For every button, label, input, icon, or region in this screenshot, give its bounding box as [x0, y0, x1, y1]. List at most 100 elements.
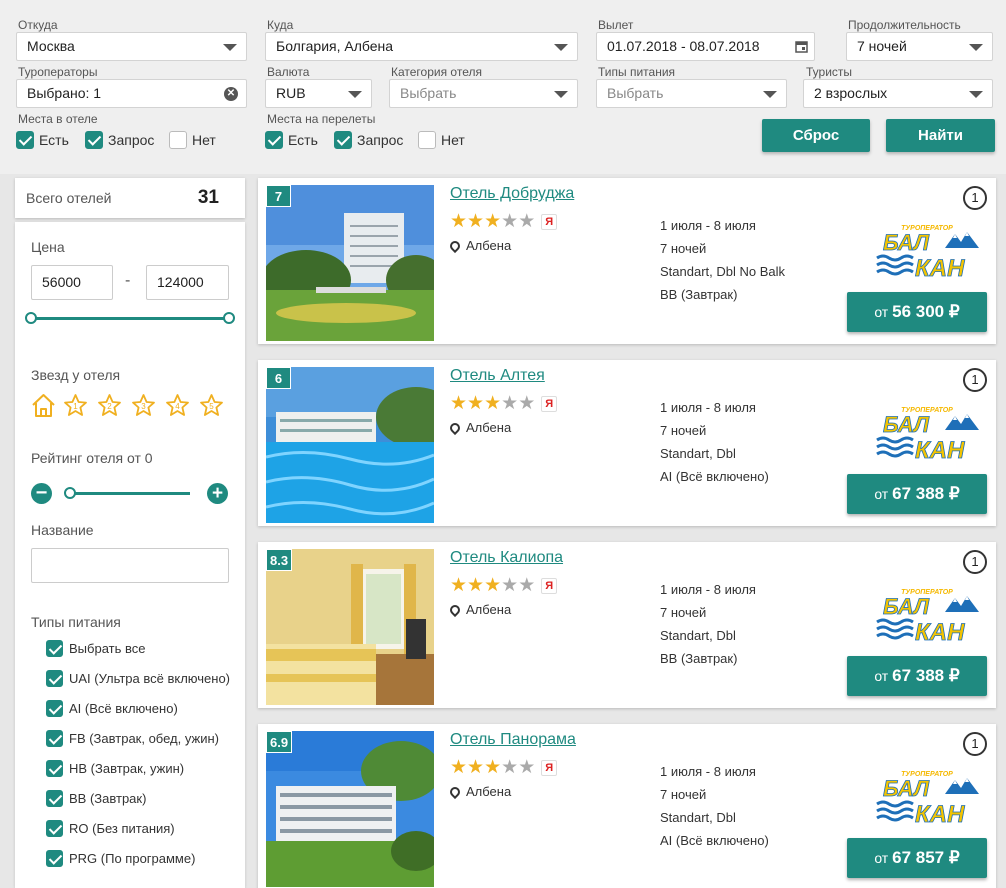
price-max-input[interactable]: 124000 [146, 265, 229, 300]
tour-room: Standart, Dbl [660, 628, 736, 643]
flight-places-no-checkbox[interactable]: Нет [418, 131, 465, 149]
tour-dates: 1 июля - 8 июля [660, 582, 756, 597]
star-filter-1-icon[interactable]: 1 [63, 393, 88, 422]
hotel-photo[interactable] [266, 731, 434, 887]
yandex-icon[interactable]: Я [541, 759, 558, 776]
duration-select[interactable]: 7 ночей [846, 32, 993, 61]
hotel-name-link[interactable]: Отель Добруджа [450, 185, 574, 203]
meal-option-checkbox[interactable]: PRG (По программе) [46, 850, 195, 867]
rating-decrease-button[interactable]: − [31, 483, 52, 504]
to-select[interactable]: Болгария, Албена [265, 32, 578, 61]
hotel-photo[interactable] [266, 549, 434, 705]
meal-option-checkbox[interactable]: BB (Завтрак) [46, 790, 146, 807]
offers-count-badge[interactable]: 1 [963, 368, 987, 392]
meal-option-label: Выбрать все [69, 641, 146, 656]
departure-date-input[interactable]: 01.07.2018 - 08.07.2018 [596, 32, 815, 61]
meal-option-label: RO (Без питания) [69, 821, 175, 836]
price-button[interactable]: от 67 857 ₽ [847, 838, 987, 878]
chevron-down-icon [763, 91, 777, 98]
calendar-icon[interactable] [795, 40, 808, 53]
star-filter-2-icon[interactable]: 2 [97, 393, 122, 422]
offers-count-badge[interactable]: 1 [963, 186, 987, 210]
star-icon: ★ [450, 757, 468, 778]
tourists-select[interactable]: 2 взрослых [803, 79, 993, 108]
total-hotels-count: 31 [197, 187, 219, 208]
offers-count-badge[interactable]: 1 [963, 732, 987, 756]
price-slider-min-handle[interactable] [25, 312, 37, 324]
chevron-down-icon [969, 91, 983, 98]
tourists-label: Туристы [806, 65, 853, 79]
tour-dates: 1 июля - 8 июля [660, 764, 756, 779]
star-filter-4-icon[interactable]: 4 [165, 393, 190, 422]
meal-option-checkbox[interactable]: AI (Всё включено) [46, 700, 178, 717]
from-select[interactable]: Москва [16, 32, 247, 61]
stars-label: Звезд у отеля [31, 367, 121, 383]
price-slider-max-handle[interactable] [223, 312, 235, 324]
hotel-name-input[interactable] [31, 548, 229, 583]
meal-option-checkbox[interactable]: RO (Без питания) [46, 820, 175, 837]
hotel-places-no-checkbox[interactable]: Нет [169, 131, 216, 149]
star-icon: ★ [484, 575, 502, 596]
flight-places-label: Места на перелеты [267, 112, 376, 126]
hotel-photo[interactable] [266, 185, 434, 341]
meal-types-select[interactable]: Выбрать [596, 79, 787, 108]
clear-icon[interactable]: ✕ [224, 87, 238, 101]
svg-text:4: 4 [175, 402, 180, 411]
rating-slider-handle[interactable] [64, 487, 76, 499]
meal-option-checkbox[interactable]: FB (Завтрак, обед, ужин) [46, 730, 219, 747]
meal-option-checkbox[interactable]: UAI (Ультра всё включено) [46, 670, 230, 687]
no-stars-house-icon[interactable] [31, 393, 56, 418]
star-icon: ★ [450, 211, 468, 232]
tour-nights: 7 ночей [660, 423, 707, 438]
hotel-name-link[interactable]: Отель Калиопа [450, 549, 563, 567]
hotel-location: Албена [447, 238, 511, 253]
svg-text:1: 1 [73, 402, 78, 411]
filter-sidebar: Цена 56000 - 124000 Звезд у отеля 12345 … [15, 222, 245, 888]
price-min-input[interactable]: 56000 [31, 265, 113, 300]
hotel-photo[interactable] [266, 367, 434, 523]
yandex-icon[interactable]: Я [541, 577, 558, 594]
meal-option-label: BB (Завтрак) [69, 791, 147, 806]
from-label: Откуда [18, 18, 58, 32]
hotel-rating-badge: 7 [266, 185, 291, 207]
hotel-name-link[interactable]: Отель Панорама [450, 731, 576, 749]
operator-logo: ТУРОПЕРАТОР БАЛ КАН [875, 222, 985, 282]
price-value: 67 388 ₽ [892, 666, 960, 685]
rating-increase-button[interactable]: + [207, 483, 228, 504]
price-button[interactable]: от 67 388 ₽ [847, 656, 987, 696]
operator-logo: ТУРОПЕРАТОР БАЛ КАН [875, 404, 985, 464]
currency-select[interactable]: RUB [265, 79, 372, 108]
yandex-icon[interactable]: Я [541, 395, 558, 412]
search-button[interactable]: Найти [886, 119, 995, 152]
hotel-places-yes-checkbox[interactable]: Есть [16, 131, 69, 149]
yandex-icon[interactable]: Я [541, 213, 558, 230]
search-filters-bar: Откуда Москва Куда Болгария, Албена Выле… [0, 0, 1006, 174]
rating-label: Рейтинг отеля от 0 [31, 450, 153, 466]
tour-room: Standart, Dbl [660, 810, 736, 825]
price-button[interactable]: от 67 388 ₽ [847, 474, 987, 514]
hotel-name-link[interactable]: Отель Алтея [450, 367, 545, 385]
star-icon: ★ [501, 757, 519, 778]
operator-logo: ТУРОПЕРАТОР БАЛ КАН [875, 768, 985, 828]
hotel-category-select[interactable]: Выбрать [389, 79, 578, 108]
star-icon: ★ [450, 575, 468, 596]
offers-count-badge[interactable]: 1 [963, 550, 987, 574]
checkbox-icon [46, 640, 63, 657]
meal-option-checkbox[interactable]: Выбрать все [46, 640, 145, 657]
price-button[interactable]: от 56 300 ₽ [847, 292, 987, 332]
reset-button[interactable]: Сброс [762, 119, 870, 152]
hotel-places-request-checkbox[interactable]: Запрос [85, 131, 154, 149]
flight-places-request-checkbox[interactable]: Запрос [334, 131, 403, 149]
operator-logo: ТУРОПЕРАТОР БАЛ КАН [875, 586, 985, 646]
hotel-name-label: Название [31, 522, 94, 538]
flight-places-yes-checkbox[interactable]: Есть [265, 131, 318, 149]
meal-option-label: PRG (По программе) [69, 851, 196, 866]
meal-option-checkbox[interactable]: HB (Завтрак, ужин) [46, 760, 184, 777]
svg-text:КАН: КАН [915, 619, 965, 646]
star-filter-3-icon[interactable]: 3 [131, 393, 156, 422]
departure-value: 01.07.2018 - 08.07.2018 [607, 38, 760, 54]
star-filter-5-icon[interactable]: 5 [199, 393, 224, 422]
star-icon: ★ [501, 393, 519, 414]
price-slider-track [31, 317, 229, 320]
operators-select[interactable]: Выбрано: 1 ✕ [16, 79, 247, 108]
